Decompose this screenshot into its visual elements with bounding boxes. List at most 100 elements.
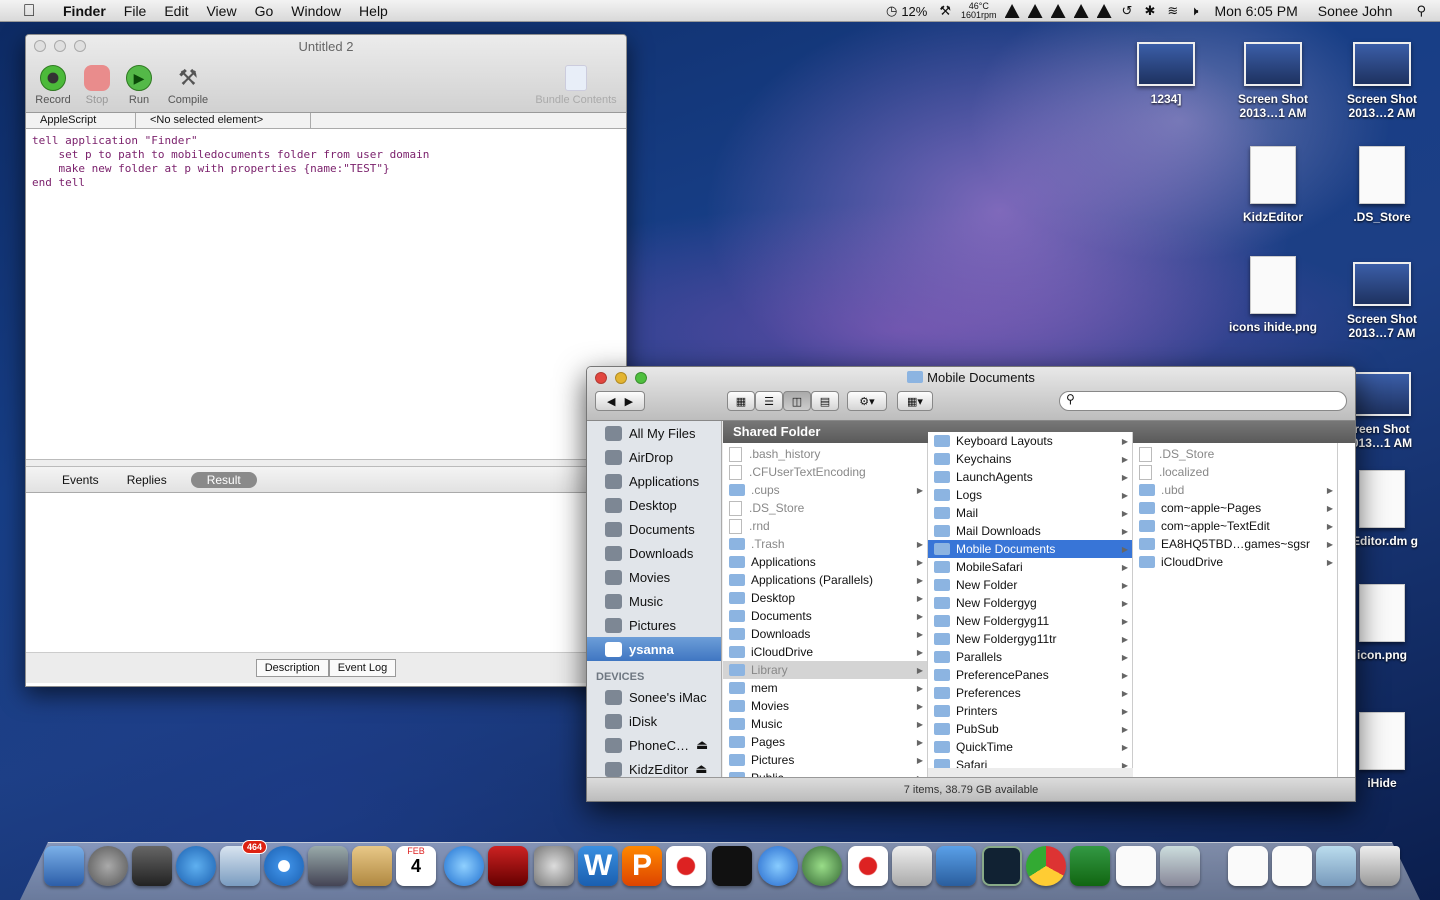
fan-icon[interactable]: ⚒: [933, 3, 957, 19]
menu-clock[interactable]: Mon 6:05 PM: [1204, 3, 1307, 19]
sidebar-item-documents[interactable]: Documents: [587, 517, 721, 541]
column-view-button[interactable]: ◫: [783, 391, 811, 411]
list-item[interactable]: Desktop ▶: [723, 589, 927, 607]
photo-booth-dock-icon[interactable]: [488, 846, 528, 886]
icon-view-button[interactable]: ▦: [727, 391, 755, 411]
list-item[interactable]: New Foldergyg11tr ▶: [928, 630, 1132, 648]
menu-file[interactable]: File: [115, 0, 156, 22]
menu-help[interactable]: Help: [350, 0, 397, 22]
time-machine-icon[interactable]: ↺: [1116, 3, 1139, 19]
run-button[interactable]: ▶ Run: [114, 65, 164, 106]
element-selector[interactable]: <No selected element>: [136, 113, 311, 128]
list-item[interactable]: Documents ▶: [723, 607, 927, 625]
list-item[interactable]: Movies ▶: [723, 697, 927, 715]
bluetooth-icon[interactable]: ✱: [1138, 3, 1161, 19]
warning-icon[interactable]: [1004, 4, 1020, 18]
desktop-icon[interactable]: Screen Shot 2013…1 AM: [1228, 42, 1318, 120]
list-item[interactable]: New Foldergyg11 ▶: [928, 612, 1132, 630]
list-item[interactable]: iCloudDrive ▶: [1133, 553, 1337, 571]
list-item[interactable]: .rnd: [723, 517, 927, 535]
itunes-dock-icon[interactable]: [444, 846, 484, 886]
forward-icon[interactable]: ▶: [625, 395, 633, 408]
list-item[interactable]: Applications ▶: [723, 553, 927, 571]
coverflow-view-button[interactable]: ▤: [811, 391, 839, 411]
eject-icon[interactable]: ⏏: [695, 761, 707, 777]
console-dock-icon[interactable]: [712, 846, 752, 886]
finder-dock-icon[interactable]: [44, 846, 84, 886]
list-view-button[interactable]: ☰: [755, 391, 783, 411]
list-item[interactable]: Mobile Documents ▶: [928, 540, 1132, 558]
list-item[interactable]: .DS_Store: [1133, 445, 1337, 463]
wifi-icon[interactable]: ≋: [1161, 3, 1184, 19]
list-item[interactable]: QuickTime ▶: [928, 738, 1132, 756]
chrome-dock-icon[interactable]: [1026, 846, 1066, 886]
splitter-handle[interactable]: [26, 459, 626, 467]
list-item[interactable]: EA8HQ5TBD…games~sgsr ▶: [1133, 535, 1337, 553]
list-item[interactable]: .CFUserTextEncoding: [723, 463, 927, 481]
list-item[interactable]: PreferencePanes ▶: [928, 666, 1132, 684]
list-item[interactable]: PubSub ▶: [928, 720, 1132, 738]
volume-icon[interactable]: 🕨: [1184, 3, 1204, 19]
list-item[interactable]: .DS_Store: [723, 499, 927, 517]
launchpad-dock-icon[interactable]: [88, 846, 128, 886]
list-item[interactable]: LaunchAgents ▶: [928, 468, 1132, 486]
bundle-contents-button[interactable]: Bundle Contents: [526, 65, 626, 106]
sidebar-item-all-my-files[interactable]: All My Files: [587, 421, 721, 445]
desktop-icon[interactable]: 1234]: [1121, 42, 1211, 106]
battery-status[interactable]: ◷ 12%: [880, 3, 933, 19]
list-item[interactable]: com~apple~Pages ▶: [1133, 499, 1337, 517]
list-item[interactable]: Parallels ▶: [928, 648, 1132, 666]
desktop-icon[interactable]: Screen Shot 2013…7 AM: [1337, 262, 1427, 340]
list-item[interactable]: .Trash ▶: [723, 535, 927, 553]
menu-view[interactable]: View: [197, 0, 245, 22]
preview-dock-icon[interactable]: [1160, 846, 1200, 886]
list-item[interactable]: .localized: [1133, 463, 1337, 481]
list-item[interactable]: iCloudDrive ▶: [723, 643, 927, 661]
mission-control-dock-icon[interactable]: [132, 846, 172, 886]
sidebar-item-movies[interactable]: Movies: [587, 565, 721, 589]
action-menu-button[interactable]: ⚙▾: [847, 391, 887, 411]
address-book-dock-icon[interactable]: [352, 846, 392, 886]
menu-window[interactable]: Window: [282, 0, 350, 22]
calendar-dock-icon[interactable]: FEB 4: [396, 846, 436, 886]
list-item[interactable]: mem ▶: [723, 679, 927, 697]
sidebar-item-kidzeditor[interactable]: KidzEditor ⏏: [587, 757, 721, 779]
script-editor-dock-icon[interactable]: [892, 846, 932, 886]
user-menu[interactable]: Sonee John: [1308, 3, 1403, 19]
time-machine-dock-icon[interactable]: [802, 846, 842, 886]
ihide-dock-icon[interactable]: [666, 846, 706, 886]
menu-edit[interactable]: Edit: [155, 0, 197, 22]
list-item[interactable]: New Foldergyg ▶: [928, 594, 1132, 612]
tab-result[interactable]: Result: [190, 471, 257, 488]
list-item[interactable]: Downloads ▶: [723, 625, 927, 643]
sidebar-item-imac[interactable]: Sonee's iMac: [587, 685, 721, 709]
ihide-dock-icon[interactable]: [848, 846, 888, 886]
list-item[interactable]: Applications (Parallels) ▶: [723, 571, 927, 589]
warning-icon[interactable]: [1096, 4, 1112, 18]
system-preferences-dock-icon[interactable]: [534, 846, 574, 886]
list-item[interactable]: Keychains ▶: [928, 450, 1132, 468]
back-icon[interactable]: ◀: [607, 395, 615, 408]
menu-app-finder[interactable]: Finder: [54, 0, 115, 22]
eject-icon[interactable]: ⏏: [696, 737, 708, 753]
list-item[interactable]: Logs ▶: [928, 486, 1132, 504]
apple-menu-icon[interactable]: : [18, 1, 40, 20]
arrange-menu-button[interactable]: ▦▾: [897, 391, 933, 411]
list-item[interactable]: Safari ▶: [928, 756, 1132, 768]
list-item[interactable]: Preferences ▶: [928, 684, 1132, 702]
tab-description[interactable]: Description: [255, 659, 329, 677]
list-item[interactable]: com~apple~TextEdit ▶: [1133, 517, 1337, 535]
warning-icon[interactable]: [1027, 4, 1043, 18]
xcode-helper-dock-icon[interactable]: [758, 846, 798, 886]
activity-monitor-dock-icon[interactable]: [982, 846, 1022, 886]
desktop-icon[interactable]: .DS_Store: [1337, 146, 1427, 224]
sidebar-item-idisk[interactable]: iDisk: [587, 709, 721, 733]
tab-event-log[interactable]: Event Log: [328, 659, 397, 677]
language-selector[interactable]: AppleScript: [26, 113, 136, 128]
list-item[interactable]: Mail Downloads ▶: [928, 522, 1132, 540]
app-store-dock-icon[interactable]: [176, 846, 216, 886]
menu-go[interactable]: Go: [246, 0, 283, 22]
list-item[interactable]: Keyboard Layouts ▶: [928, 432, 1132, 450]
desktop-icon[interactable]: Screen Shot 2013…2 AM: [1337, 42, 1427, 120]
temperature-readout[interactable]: 46°C 1601rpm: [957, 2, 1001, 20]
